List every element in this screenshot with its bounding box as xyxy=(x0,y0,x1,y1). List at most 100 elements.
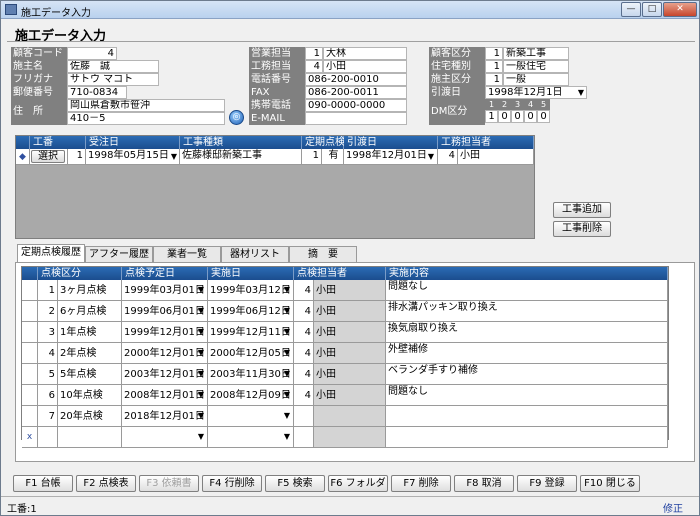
inspection-content[interactable]: 問題なし xyxy=(386,385,668,406)
tab-1[interactable]: 定期点検履歴 xyxy=(17,244,85,263)
done-date-dropdown-icon[interactable]: ▼ xyxy=(281,284,293,296)
inspect-no-cell[interactable]: 1 xyxy=(302,149,322,165)
close-button[interactable]: ✕ xyxy=(663,2,697,17)
dm-value-5[interactable]: 0 xyxy=(537,110,550,123)
inspection-kind[interactable]: 5年点検 xyxy=(58,364,122,385)
inspection-kind[interactable]: 6ヶ月点検 xyxy=(58,301,122,322)
inspection-kind-no[interactable]: 6 xyxy=(38,385,58,406)
sales-staff-no[interactable]: 1 xyxy=(305,47,323,60)
fkey-7-button[interactable]: F7 削除 xyxy=(391,475,451,492)
plan-date-dropdown-icon[interactable]: ▼ xyxy=(195,368,207,380)
done-date-dropdown-icon[interactable]: ▼ xyxy=(281,389,293,401)
tab-2[interactable]: アフター履歴 xyxy=(85,246,153,262)
plan-date-dropdown-icon[interactable]: ▼ xyxy=(195,284,207,296)
inspection-content[interactable]: 換気扇取り換え xyxy=(386,322,668,343)
inspection-kind-no[interactable]: 7 xyxy=(38,406,58,427)
house-type-field[interactable]: 一般住宅 xyxy=(503,60,569,73)
plan-date-dropdown-icon[interactable]: ▼ xyxy=(195,389,207,401)
fkey-10-button[interactable]: F10 閉じる xyxy=(580,475,640,492)
done-date-dropdown-icon[interactable]: ▼ xyxy=(281,326,293,338)
dm-value-1[interactable]: 1 xyxy=(485,110,498,123)
address1-field[interactable]: 岡山県倉敷市笹沖 xyxy=(67,99,225,112)
handover-date-field[interactable]: 1998年12月1日 xyxy=(485,86,587,99)
inspection-content[interactable]: 排水溝パッキン取り換え xyxy=(386,301,668,322)
fkey-1-button[interactable]: F1 台帳 xyxy=(13,475,73,492)
owner-name-field[interactable]: 佐藤 誠 xyxy=(67,60,159,73)
fkey-6-button[interactable]: F6 フォルダ xyxy=(328,475,388,492)
plan-date-dropdown-icon[interactable]: ▼ xyxy=(195,347,207,359)
minimize-button[interactable]: — xyxy=(621,2,641,17)
inspection-staff-no[interactable] xyxy=(294,406,314,427)
work-staff-name[interactable]: 小田 xyxy=(323,60,407,73)
done-date-dropdown-icon[interactable]: ▼ xyxy=(281,410,293,422)
inspection-staff-no[interactable]: 4 xyxy=(294,343,314,364)
owner-class-field[interactable]: 一般 xyxy=(503,73,569,86)
dm-value-2[interactable]: 0 xyxy=(498,110,511,123)
inspection-staff-no[interactable]: 4 xyxy=(294,280,314,301)
inspection-staff-no[interactable]: 4 xyxy=(294,322,314,343)
done-date-dropdown-icon[interactable]: ▼ xyxy=(281,368,293,380)
address-lookup-button[interactable]: ◎ xyxy=(229,110,244,125)
fkey-8-button[interactable]: F8 取消 xyxy=(454,475,514,492)
fkey-4-button[interactable]: F4 行削除 xyxy=(202,475,262,492)
inspection-content[interactable] xyxy=(386,406,668,427)
customer-code-field[interactable]: 4 xyxy=(67,47,117,60)
work-select-button[interactable]: 選択 xyxy=(31,150,65,163)
plan-date-dropdown-icon[interactable]: ▼ xyxy=(195,305,207,317)
maximize-button[interactable]: □ xyxy=(642,2,662,17)
inspection-staff-no[interactable]: 4 xyxy=(294,301,314,322)
plan-date-dropdown-icon[interactable]: ▼ xyxy=(195,410,207,422)
customer-class-no[interactable]: 1 xyxy=(485,47,503,60)
order-date-dropdown-icon[interactable]: ▼ xyxy=(168,151,180,163)
inspection-kind[interactable]: 10年点検 xyxy=(58,385,122,406)
zip-field[interactable]: 710-0834 xyxy=(67,86,127,99)
inspection-kind[interactable] xyxy=(58,427,122,448)
sales-staff-name[interactable]: 大林 xyxy=(323,47,407,60)
inspection-kind[interactable]: 2年点検 xyxy=(58,343,122,364)
handover-date-dropdown-icon[interactable]: ▼ xyxy=(575,87,587,99)
plan-date-dropdown-icon[interactable]: ▼ xyxy=(195,326,207,338)
phone-field[interactable]: 086-200-0010 xyxy=(305,73,407,86)
inspection-kind-no[interactable]: 2 xyxy=(38,301,58,322)
kana-field[interactable]: サトウ マコト xyxy=(67,73,159,86)
inspection-content[interactable] xyxy=(386,427,668,448)
tab-5[interactable]: 摘 要 xyxy=(289,246,357,262)
work-handover-cell[interactable]: 1998年12月01日 xyxy=(344,149,438,165)
inspection-kind-no[interactable]: 1 xyxy=(38,280,58,301)
address2-field[interactable]: 410－5 xyxy=(67,112,225,125)
inspection-content[interactable]: 問題なし xyxy=(386,280,668,301)
owner-class-no[interactable]: 1 xyxy=(485,73,503,86)
work-staff-no[interactable]: 4 xyxy=(305,60,323,73)
done-date-dropdown-icon[interactable]: ▼ xyxy=(281,305,293,317)
tab-3[interactable]: 業者一覧 xyxy=(153,246,221,262)
inspection-content[interactable]: 外壁補修 xyxy=(386,343,668,364)
plan-date-dropdown-icon[interactable]: ▼ xyxy=(195,431,207,443)
house-type-no[interactable]: 1 xyxy=(485,60,503,73)
inspection-kind[interactable]: 3ヶ月点検 xyxy=(58,280,122,301)
inspect-cell[interactable]: 有 xyxy=(322,149,344,165)
inspection-kind-no[interactable]: 3 xyxy=(38,322,58,343)
mobile-field[interactable]: 090-0000-0000 xyxy=(305,99,407,112)
inspection-staff-no[interactable]: 4 xyxy=(294,364,314,385)
dm-value-3[interactable]: 0 xyxy=(511,110,524,123)
work-type-cell[interactable]: 佐藤様邸新築工事 xyxy=(180,149,302,165)
work-no-cell[interactable]: 1 xyxy=(68,149,86,165)
tab-4[interactable]: 器材リスト xyxy=(221,246,289,262)
inspection-kind[interactable]: 1年点検 xyxy=(58,322,122,343)
fax-field[interactable]: 086-200-0011 xyxy=(305,86,407,99)
delete-work-button[interactable]: 工事削除 xyxy=(553,221,611,237)
inspection-kind-no[interactable]: 5 xyxy=(38,364,58,385)
dm-value-4[interactable]: 0 xyxy=(524,110,537,123)
inspection-content[interactable]: ベランダ手すり補修 xyxy=(386,364,668,385)
work-staff-cell[interactable]: 小田 xyxy=(458,149,534,165)
work-handover-dropdown-icon[interactable]: ▼ xyxy=(425,151,437,163)
inspection-staff-no[interactable]: 4 xyxy=(294,385,314,406)
inspection-kind-no[interactable] xyxy=(38,427,58,448)
inspection-staff-no[interactable] xyxy=(294,427,314,448)
inspection-kind-no[interactable]: 4 xyxy=(38,343,58,364)
email-field[interactable] xyxy=(305,112,407,125)
done-date-dropdown-icon[interactable]: ▼ xyxy=(281,431,293,443)
add-work-button[interactable]: 工事追加 xyxy=(553,202,611,218)
fkey-9-button[interactable]: F9 登録 xyxy=(517,475,577,492)
fkey-5-button[interactable]: F5 検索 xyxy=(265,475,325,492)
